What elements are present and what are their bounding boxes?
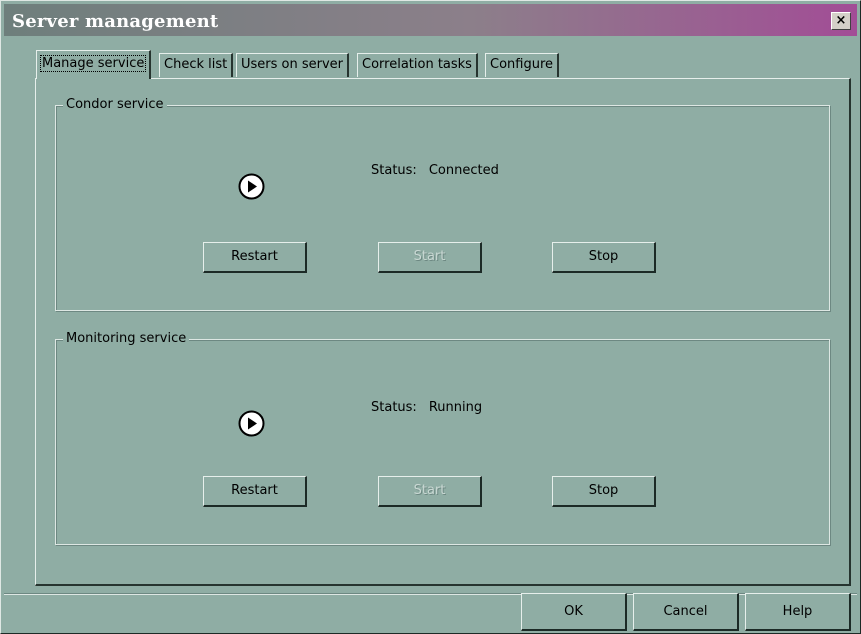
tab-label: Correlation tasks [362,57,472,72]
start-button[interactable]: Start [378,476,482,507]
tab-label: Manage service [39,55,147,72]
title-bar[interactable]: Server management × [4,4,857,36]
status-text: Status: Connected [371,163,499,178]
stop-button[interactable]: Stop [552,476,656,507]
start-button[interactable]: Start [378,242,482,273]
help-button[interactable]: Help [745,593,851,631]
restart-button[interactable]: Restart [203,476,307,507]
close-icon: × [835,13,847,28]
play-circle-icon [238,410,265,437]
group-title: Condor service [63,97,167,113]
tab-users-on-server[interactable]: Users on server [236,53,350,77]
condor-service-group: Condor service Status: Connected Restart … [55,97,830,311]
status-label: Status: [371,163,417,178]
tab-label: Check list [164,57,228,72]
server-management-window: Server management × Manage service Check… [0,0,861,634]
tab-configure[interactable]: Configure [485,53,560,77]
close-button[interactable]: × [831,12,851,30]
stop-button[interactable]: Stop [552,242,656,273]
status-text: Status: Running [371,400,482,415]
status-label: Status: [371,400,417,415]
group-title: Monitoring service [63,331,190,347]
window-title: Server management [12,11,219,32]
tab-correlation-tasks[interactable]: Correlation tasks [357,53,478,77]
tab-manage-service[interactable]: Manage service [36,50,152,79]
cancel-button[interactable]: Cancel [633,593,739,631]
tab-label: Configure [490,57,554,72]
status-value: Running [428,400,483,415]
status-value: Connected [428,163,499,178]
tab-check-list[interactable]: Check list [159,53,234,77]
restart-button[interactable]: Restart [203,242,307,273]
play-circle-icon [238,173,265,200]
ok-button[interactable]: OK [521,593,627,631]
monitoring-service-group: Monitoring service Status: Running Restar… [55,331,830,545]
manage-service-panel: Condor service Status: Connected Restart … [35,78,851,586]
tab-label: Users on server [241,57,344,72]
